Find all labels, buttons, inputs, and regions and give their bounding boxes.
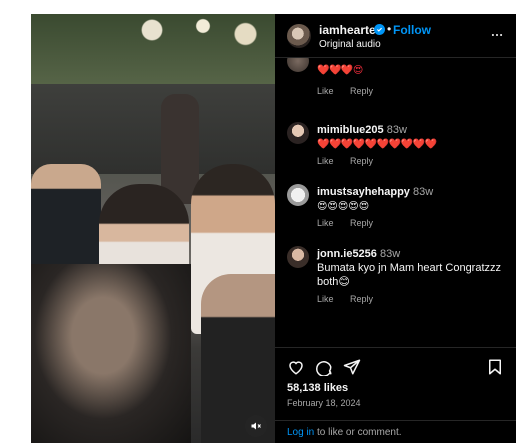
muted-speaker-icon bbox=[251, 422, 261, 430]
background-crowd bbox=[31, 84, 275, 174]
comment-text: 😍😍😍😍😍 bbox=[317, 201, 370, 212]
comment-time: 83w bbox=[379, 248, 401, 260]
heart-icon[interactable] bbox=[287, 358, 305, 376]
comment-time: 83w bbox=[412, 186, 434, 198]
comment-username[interactable]: imustsayhehappy bbox=[317, 186, 410, 198]
verified-badge-icon bbox=[374, 24, 385, 35]
post-date: February 18, 2024 bbox=[287, 398, 361, 408]
commenter-avatar[interactable] bbox=[287, 58, 309, 72]
login-link[interactable]: Log in bbox=[287, 427, 314, 438]
likes-count[interactable]: 58,138 likes bbox=[287, 382, 348, 394]
share-icon[interactable] bbox=[343, 358, 361, 376]
login-prompt-text: to like or comment. bbox=[314, 427, 402, 438]
comment-item: imustsayhehappy 83w 😍😍😍😍😍 Like Reply bbox=[287, 184, 507, 238]
comment-text: ❤️❤️❤️😍 bbox=[317, 65, 363, 76]
post-video[interactable] bbox=[31, 14, 275, 443]
comment-item: mimiblue205 83w ❤️❤️❤️❤️❤️❤️❤️❤️❤️❤️ Lik… bbox=[287, 122, 507, 176]
follow-button[interactable]: Follow bbox=[393, 23, 431, 37]
comment-username[interactable]: mimiblue205 bbox=[317, 124, 384, 136]
comment-time: 83w bbox=[386, 124, 407, 136]
author-username[interactable]: iamhearte bbox=[319, 23, 376, 37]
post-actions: 58,138 likes February 18, 2024 Log in to… bbox=[275, 347, 516, 443]
post-side-panel: iamhearte • Follow Original audio ❤️❤️❤️… bbox=[275, 14, 516, 443]
comment-item: ❤️❤️❤️😍 Like Reply bbox=[287, 58, 507, 104]
seated-man-left bbox=[31, 164, 101, 274]
comment-like-button[interactable]: Like bbox=[317, 156, 334, 166]
comment-icon[interactable] bbox=[315, 358, 333, 376]
login-prompt: Log in to like or comment. bbox=[275, 420, 516, 444]
mute-button[interactable] bbox=[245, 415, 267, 437]
comment-text: ❤️❤️❤️❤️❤️❤️❤️❤️❤️❤️ bbox=[317, 139, 437, 150]
instagram-post-modal: iamhearte • Follow Original audio ❤️❤️❤️… bbox=[0, 0, 516, 447]
foreground-blur-person bbox=[31, 264, 191, 443]
header-separator: • bbox=[387, 22, 392, 36]
comment-reply-button[interactable]: Reply bbox=[350, 218, 373, 228]
more-options-icon[interactable] bbox=[490, 28, 504, 42]
comment-reply-button[interactable]: Reply bbox=[350, 294, 373, 304]
comment-item: jonn.ie5256 83w Bumata kyo jn Mam heart … bbox=[287, 246, 507, 316]
audio-label[interactable]: Original audio bbox=[319, 39, 381, 50]
background-lights bbox=[101, 14, 271, 54]
bookmark-icon[interactable] bbox=[486, 358, 504, 376]
commenter-avatar[interactable] bbox=[287, 246, 309, 268]
comment-like-button[interactable]: Like bbox=[317, 294, 334, 304]
comment-reply-button[interactable]: Reply bbox=[350, 86, 373, 96]
post-header: iamhearte • Follow Original audio bbox=[275, 14, 516, 58]
comment-like-button[interactable]: Like bbox=[317, 218, 334, 228]
commenter-avatar[interactable] bbox=[287, 184, 309, 206]
comment-username[interactable]: jonn.ie5256 bbox=[317, 248, 377, 260]
comment-reply-button[interactable]: Reply bbox=[350, 156, 373, 166]
comment-like-button[interactable]: Like bbox=[317, 86, 334, 96]
comment-text: Bumata kyo jn Mam heart Congratzzz both😊 bbox=[317, 262, 502, 288]
author-avatar[interactable] bbox=[287, 24, 311, 48]
commenter-avatar[interactable] bbox=[287, 122, 309, 144]
comments-list[interactable]: ❤️❤️❤️😍 Like Reply mimiblue205 83w ❤️❤️❤… bbox=[275, 58, 516, 347]
